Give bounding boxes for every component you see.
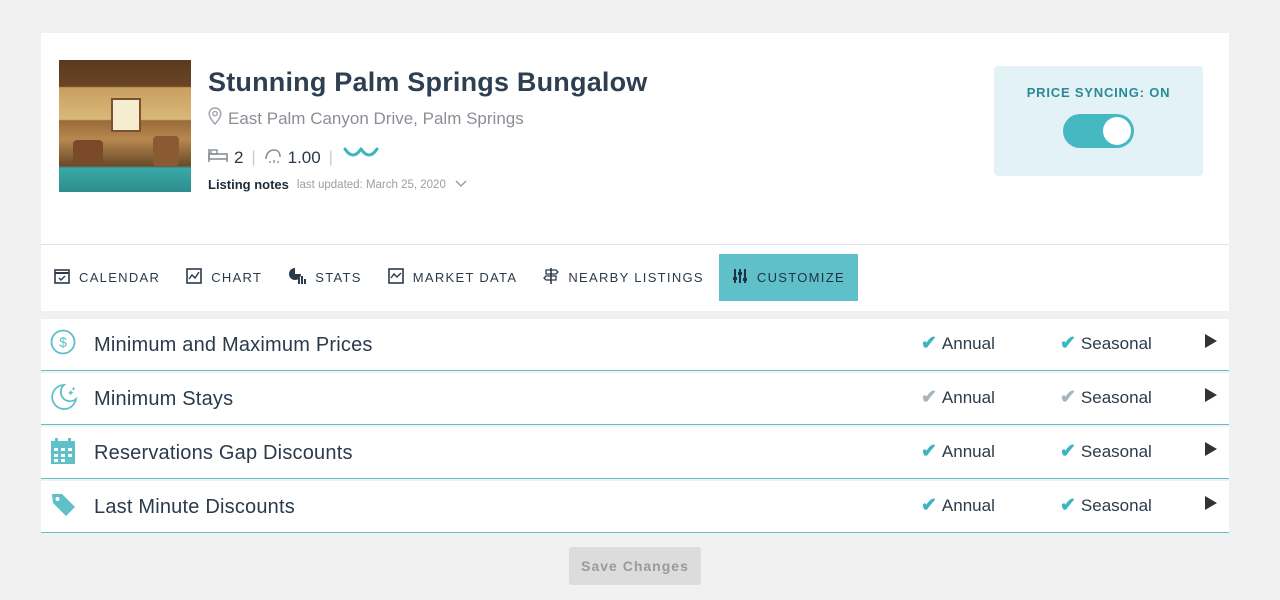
list-item-last-minute-discounts[interactable]: Last Minute Discounts ✔ Annual ✔ Seasonal xyxy=(41,481,1229,533)
chevron-down-icon[interactable] xyxy=(454,177,468,192)
seasonal-label: Seasonal xyxy=(1080,495,1152,515)
tab-customize[interactable]: CUSTOMIZE xyxy=(718,254,858,301)
photo-sofa xyxy=(153,136,179,166)
dollar-circle-icon: $ xyxy=(50,329,76,357)
meta-separator: | xyxy=(251,148,256,166)
list-item-min-max-prices[interactable]: $ Minimum and Maximum Prices ✔ Annual ✔ Se… xyxy=(41,319,1229,371)
stats-icon xyxy=(288,267,307,288)
moon-stars-icon: ✦ ✦ xyxy=(50,383,78,411)
annual-check: ✔ Annual xyxy=(921,440,995,463)
notes-label: Listing notes xyxy=(208,177,289,192)
check-icon: ✔ xyxy=(1060,441,1076,462)
list-item-label: Last Minute Discounts xyxy=(94,496,295,518)
chart-icon xyxy=(186,268,203,287)
listing-meta: 2 | 1.00 | xyxy=(208,143,381,172)
check-icon: ✔ xyxy=(921,495,937,516)
check-icon: ✔ xyxy=(921,387,937,408)
tab-stats[interactable]: STATS xyxy=(275,254,374,301)
list-item-minimum-stays[interactable]: ✦ ✦ Minimum Stays ✔ Annual ✔ Seasonal xyxy=(41,373,1229,425)
address-text: East Palm Canyon Drive, Palm Springs xyxy=(228,108,524,128)
price-sync-label: PRICE SYNCING: ON xyxy=(1026,85,1171,100)
annual-label: Annual xyxy=(941,441,995,461)
tab-chart[interactable]: CHART xyxy=(173,254,275,301)
annual-label: Annual xyxy=(941,333,995,353)
list-item-label: Minimum and Maximum Prices xyxy=(94,334,373,356)
check-icon: ✔ xyxy=(1060,333,1076,354)
tab-bar: CALENDAR CHART STATS MARKET DATA NEARBY … xyxy=(41,254,858,301)
seasonal-check: ✔ Seasonal xyxy=(1060,332,1152,355)
photo-chair xyxy=(73,140,103,164)
sliders-icon xyxy=(732,268,748,287)
tab-nearby-listings[interactable]: NEARBY LISTINGS xyxy=(530,254,717,301)
save-changes-button[interactable]: Save Changes xyxy=(569,547,701,585)
listing-notes[interactable]: Listing notes last updated: March 25, 20… xyxy=(208,177,468,192)
list-item-label: Minimum Stays xyxy=(94,388,234,410)
shower-icon xyxy=(264,147,282,168)
list-item-reservations-gap-discounts[interactable]: Reservations Gap Discounts ✔ Annual ✔ Seas… xyxy=(41,427,1229,479)
expand-arrow-icon[interactable] xyxy=(1205,334,1217,348)
tab-calendar[interactable]: CALENDAR xyxy=(41,254,173,301)
tab-label: CUSTOMIZE xyxy=(756,270,845,285)
toggle-knob xyxy=(1103,117,1131,145)
annual-check: ✔ Annual xyxy=(921,386,995,409)
listing-title: Stunning Palm Springs Bungalow xyxy=(208,67,648,97)
tab-label: CALENDAR xyxy=(79,270,161,285)
listing-photo[interactable] xyxy=(59,60,191,192)
check-icon: ✔ xyxy=(921,441,937,462)
price-sync-panel: PRICE SYNCING: ON xyxy=(994,66,1203,176)
seasonal-check: ✔ Seasonal xyxy=(1060,440,1152,463)
svg-text:✦: ✦ xyxy=(71,386,76,393)
svg-text:$: $ xyxy=(59,334,67,350)
listing-card: Stunning Palm Springs Bungalow East Palm… xyxy=(41,33,1229,311)
seasonal-check: ✔ Seasonal xyxy=(1060,494,1152,517)
seasonal-label: Seasonal xyxy=(1080,387,1152,407)
meta-separator: | xyxy=(328,148,333,166)
customize-list: $ Minimum and Maximum Prices ✔ Annual ✔ Se… xyxy=(41,319,1229,535)
seasonal-check: ✔ Seasonal xyxy=(1060,386,1152,409)
expand-arrow-icon[interactable] xyxy=(1205,442,1217,456)
check-icon: ✔ xyxy=(921,333,937,354)
price-tag-icon xyxy=(50,491,76,519)
calendar-grid-icon xyxy=(50,437,76,465)
price-sync-toggle[interactable] xyxy=(1063,114,1134,148)
bathrooms-count: 1.00 xyxy=(287,147,321,167)
header-divider xyxy=(41,244,1229,245)
photo-window xyxy=(111,98,141,132)
tab-label: CHART xyxy=(211,270,263,285)
bed-icon xyxy=(208,147,228,168)
calendar-icon xyxy=(54,268,70,287)
expand-arrow-icon[interactable] xyxy=(1205,388,1217,402)
expand-arrow-icon[interactable] xyxy=(1205,496,1217,510)
check-icon: ✔ xyxy=(1060,495,1076,516)
smile-logo-icon xyxy=(341,143,381,172)
tab-market-data[interactable]: MARKET DATA xyxy=(375,254,531,301)
map-pin-icon xyxy=(208,107,222,130)
bedrooms-count: 2 xyxy=(234,147,244,167)
annual-label: Annual xyxy=(941,387,995,407)
annual-label: Annual xyxy=(941,495,995,515)
notes-updated: last updated: March 25, 2020 xyxy=(296,178,446,191)
annual-check: ✔ Annual xyxy=(921,332,995,355)
seasonal-label: Seasonal xyxy=(1080,441,1152,461)
listing-address: East Palm Canyon Drive, Palm Springs xyxy=(208,107,524,130)
tab-label: STATS xyxy=(315,270,362,285)
market-data-icon xyxy=(387,268,404,287)
tab-label: NEARBY LISTINGS xyxy=(568,270,704,285)
annual-check: ✔ Annual xyxy=(921,494,995,517)
seasonal-label: Seasonal xyxy=(1080,333,1152,353)
signpost-icon xyxy=(543,267,560,288)
tab-label: MARKET DATA xyxy=(412,270,518,285)
check-icon: ✔ xyxy=(1060,387,1076,408)
list-item-label: Reservations Gap Discounts xyxy=(94,442,353,464)
